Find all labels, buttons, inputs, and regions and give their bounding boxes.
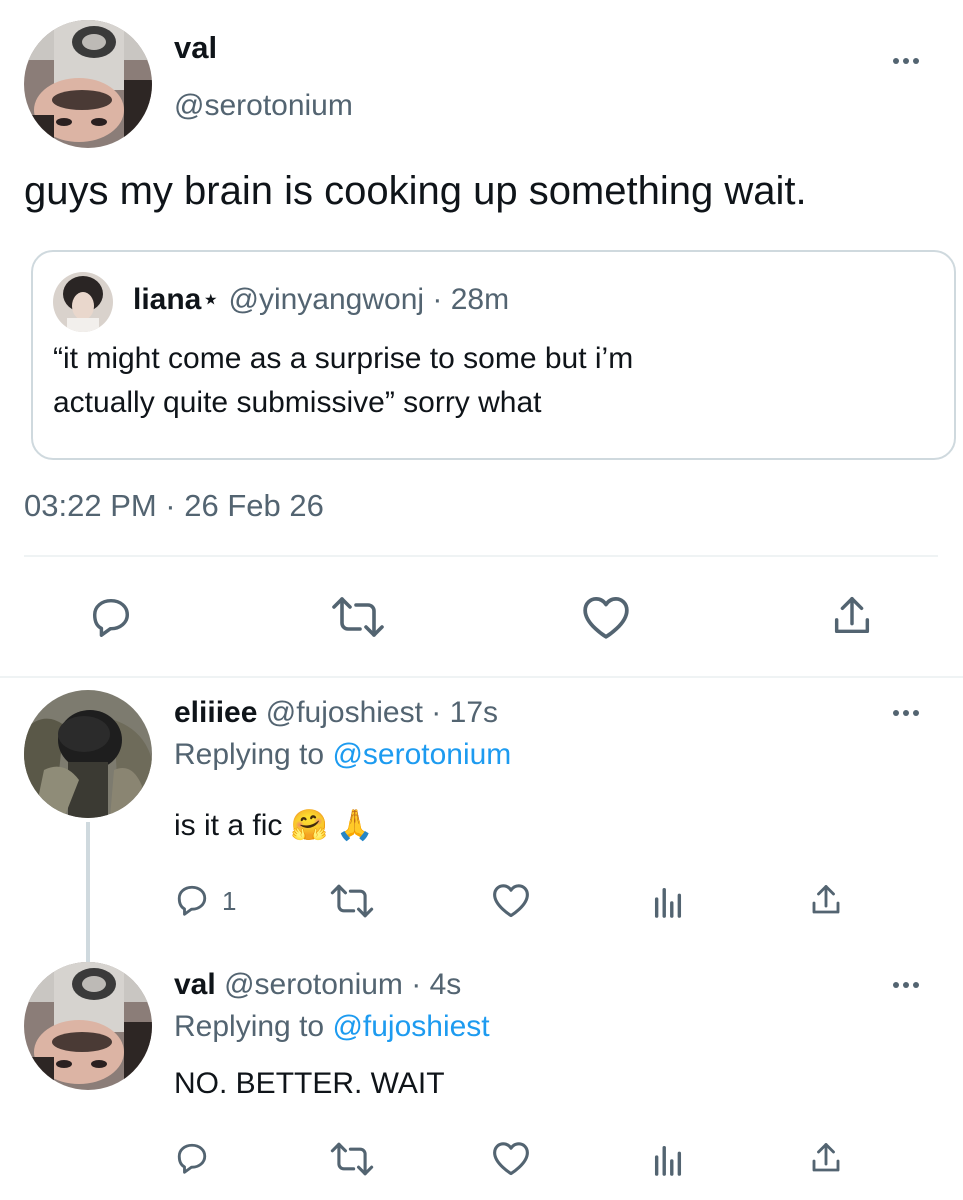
like-icon[interactable] [580,592,632,642]
like-icon[interactable] [490,1138,532,1178]
analytics-icon[interactable] [650,1140,686,1178]
user-handle[interactable]: @serotonium [174,89,353,123]
quoted-text-line2: actually quite submissive” sorry what [53,386,542,419]
retweet-icon[interactable] [328,882,376,920]
display-name[interactable]: eliiiee [174,696,257,729]
reply-header: eliiiee @fujoshiest · 17s [174,696,498,730]
replying-to-label: Replying to [174,738,333,771]
avatar-val[interactable] [24,962,152,1090]
retweet-icon[interactable] [330,594,386,640]
reply-text: NO. BETTER. WAIT [174,1067,445,1100]
quoted-time: 28m [450,283,510,316]
quoted-display-name: liana [133,283,202,316]
more-horizontal-icon[interactable] [893,58,919,64]
tweet-timestamp[interactable]: 03:22 PM · 26 Feb 26 [24,488,324,524]
quoted-header: liana⋆ @yinyangwonj · 28m [133,282,509,317]
analytics-icon[interactable] [650,882,686,920]
replying-to-link[interactable]: @serotonium [332,738,511,771]
replying-to: Replying to @serotonium [174,738,511,772]
avatar-val[interactable] [24,20,152,148]
more-horizontal-icon[interactable] [893,982,919,988]
avatar-liana [53,272,113,332]
reply-time[interactable]: 4s [430,968,462,1001]
reply-icon[interactable] [86,592,136,642]
tweet-text: guys my brain is cooking up something wa… [24,169,807,213]
replying-to-label: Replying to [174,1010,333,1043]
divider [24,555,938,557]
replying-to: Replying to @fujoshiest [174,1010,490,1044]
reply-time[interactable]: 17s [450,696,498,729]
display-name[interactable]: val [174,968,216,1001]
separator-dot: · [432,283,443,316]
thread-line [86,822,90,962]
reply-header: val @serotonium · 4s [174,968,461,1002]
replying-to-link[interactable]: @fujoshiest [332,1010,489,1043]
reply-text: is it a fic 🤗 🙏 [174,809,374,842]
separator-dot: · [411,968,422,1001]
reply-count: 1 [222,886,237,916]
share-icon[interactable] [806,1138,846,1178]
reply-icon[interactable] [172,1138,212,1178]
quoted-text-line1: “it might come as a surprise to some but… [53,342,634,375]
user-handle[interactable]: @fujoshiest [266,696,423,729]
display-name[interactable]: val [174,30,217,66]
more-horizontal-icon[interactable] [893,710,919,716]
share-icon[interactable] [828,592,876,640]
reply-icon[interactable] [172,880,212,920]
quoted-handle: @yinyangwonj [228,283,425,316]
avatar-eliiiee[interactable] [24,690,152,818]
quoted-tweet[interactable]: liana⋆ @yinyangwonj · 28m “it might come… [31,250,956,460]
divider [0,676,963,678]
separator-dot: · [431,696,442,729]
user-handle[interactable]: @serotonium [224,968,403,1001]
share-icon[interactable] [806,880,846,920]
retweet-icon[interactable] [328,1140,376,1178]
avatar-image [24,20,152,148]
star-icon: ⋆ [201,283,221,316]
like-icon[interactable] [490,880,532,920]
